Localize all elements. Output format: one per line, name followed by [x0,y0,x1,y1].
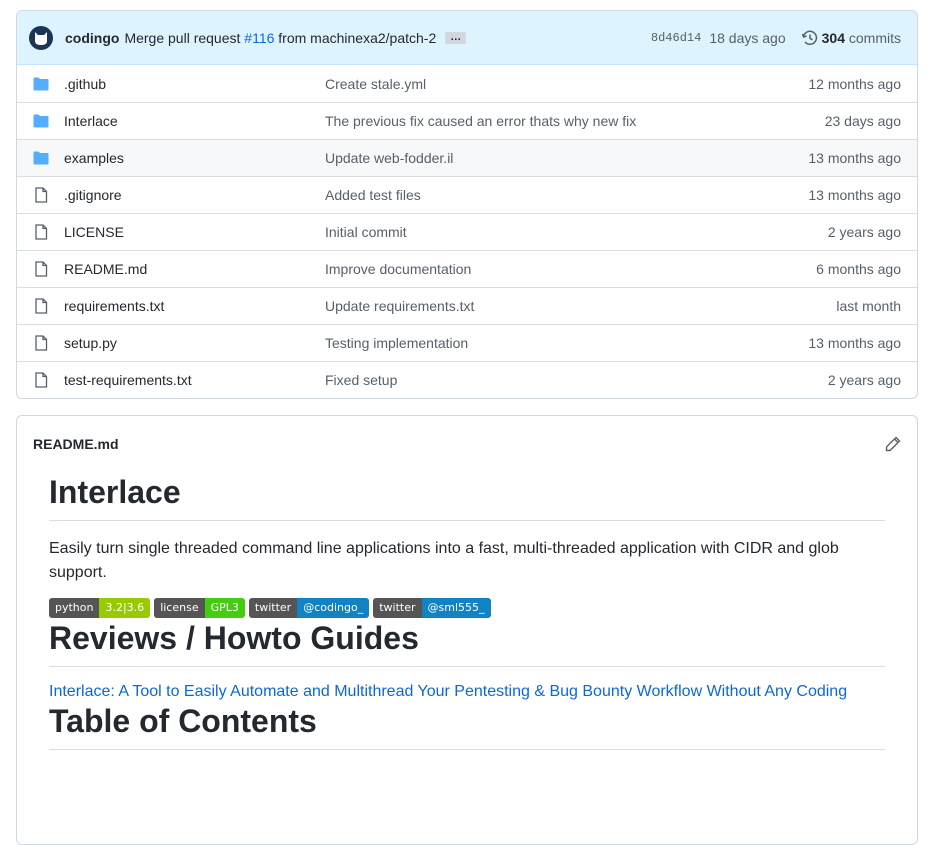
commit-age[interactable]: 18 days ago [709,30,785,46]
badge-value: @sml555_ [421,598,491,618]
badge-value: GPL3 [204,598,245,618]
file-row[interactable]: setup.py Testing implementation 13 months … [17,324,917,361]
badge-label: twitter [248,598,298,618]
readme-header: README.md [17,416,917,472]
pencil-icon[interactable] [885,436,901,452]
badge-twitter[interactable]: twitter @codingo_ [248,598,370,618]
file-name-link[interactable]: Interlace [64,113,325,129]
file-name-link[interactable]: README.md [64,261,325,277]
file-icon [33,372,49,388]
badge-value: @codingo_ [297,598,370,618]
commit-count[interactable]: 304 commits [822,30,901,46]
file-name-link[interactable]: LICENSE [64,224,325,240]
file-row[interactable]: Interlace The previous fix caused an erro… [17,102,917,139]
badge-label: twitter [373,598,422,618]
file-icon [33,335,49,351]
file-name-link[interactable]: examples [64,150,325,166]
history-icon[interactable] [801,30,818,46]
folder-icon [33,76,49,92]
file-name-link[interactable]: requirements.txt [64,298,325,314]
file-row[interactable]: .gitignore Added test files 13 months ago [17,176,917,213]
review-article-link[interactable]: Interlace: A Tool to Easily Automate and… [49,683,885,701]
file-icon [33,261,49,277]
file-commit-message[interactable]: Improve documentation [325,261,816,277]
commit-count-number[interactable]: 304 [822,30,845,46]
file-commit-message[interactable]: Update requirements.txt [325,298,836,314]
readme-heading-title: Interlace [49,472,885,521]
badge-row: python 3.2|3.6 license GPL3 twitter @codingo_… [49,598,885,618]
commit-pr-link[interactable]: #116 [244,30,274,46]
file-commit-age: 12 months ago [808,75,901,92]
readme-panel: README.md Interlace Easily turn single t… [16,415,918,845]
commit-message-text[interactable]: Merge pull request [124,30,240,46]
file-browser: codingo Merge pull request #116 from mac… [16,10,918,399]
cat-logo-icon [35,31,47,45]
file-commit-message[interactable]: Fixed setup [325,372,828,388]
file-name-link[interactable]: setup.py [64,335,325,351]
folder-icon [33,113,49,129]
folder-icon [33,150,49,166]
file-name-link[interactable]: .github [64,76,325,92]
readme-heading-toc: Table of Contents [49,701,885,750]
file-commit-message[interactable]: Create stale.yml [325,76,808,92]
file-list: .github Create stale.yml 12 months ago Inte… [17,65,917,398]
file-commit-message[interactable]: Testing implementation [325,335,808,351]
readme-heading-reviews: Reviews / Howto Guides [49,618,885,667]
file-commit-message[interactable]: Added test files [325,187,808,203]
file-row[interactable]: examples Update web-fodder.il 13 months ag… [17,139,917,176]
readme-filename[interactable]: README.md [33,436,119,452]
badge-twitter[interactable]: twitter @sml555_ [373,598,491,618]
commit-message[interactable]: Merge pull request #116 from machinexa2/… [124,30,436,46]
badge-label: license [154,598,205,618]
commit-branch-text[interactable]: from machinexa2/patch-2 [278,30,436,46]
file-commit-age: 2 years ago [827,224,901,240]
file-icon [33,298,49,314]
commit-author[interactable]: codingo [65,30,119,46]
avatar[interactable] [29,25,53,50]
readme-content: Interlace Easily turn single threaded co… [17,472,917,750]
file-commit-message[interactable]: The previous fix caused an error thats w… [325,113,825,129]
file-icon [33,224,49,240]
file-icon [33,187,49,203]
badge-label: python [49,598,100,618]
file-commit-age: 13 months ago [808,335,901,351]
file-commit-age: last month [836,298,901,314]
badge-python[interactable]: python 3.2|3.6 [49,598,151,618]
expand-commit-button[interactable]: … [445,31,467,44]
file-commit-age: 13 months ago [808,150,901,166]
file-row[interactable]: requirements.txt Update requirements.txt l… [17,287,917,324]
latest-commit-bar: codingo Merge pull request #116 from mac… [17,11,917,65]
file-name-link[interactable]: test-requirements.txt [64,372,325,388]
badge-license[interactable]: license GPL3 [154,598,245,618]
file-name-link[interactable]: .gitignore [64,187,325,203]
file-row[interactable]: README.md Improve documentation 6 months a… [17,250,917,287]
commit-sha[interactable]: 8d46d14 [651,31,701,45]
file-row[interactable]: test-requirements.txt Fixed setup 2 years … [17,361,917,398]
file-commit-age: 13 months ago [808,187,901,203]
readme-description: Easily turn single threaded command line… [49,540,839,581]
badge-value: 3.2|3.6 [99,598,151,618]
file-row[interactable]: .github Create stale.yml 12 months ago [17,65,917,102]
file-commit-message[interactable]: Update web-fodder.il [325,150,808,166]
file-commit-age: 6 months ago [816,261,901,277]
file-commit-age: 2 years ago [827,372,901,388]
file-row[interactable]: LICENSE Initial commit 2 years ago [17,213,917,250]
file-commit-age: 23 days ago [824,113,901,129]
file-commit-message[interactable]: Initial commit [325,224,828,240]
commit-count-label[interactable]: commits [849,30,901,46]
